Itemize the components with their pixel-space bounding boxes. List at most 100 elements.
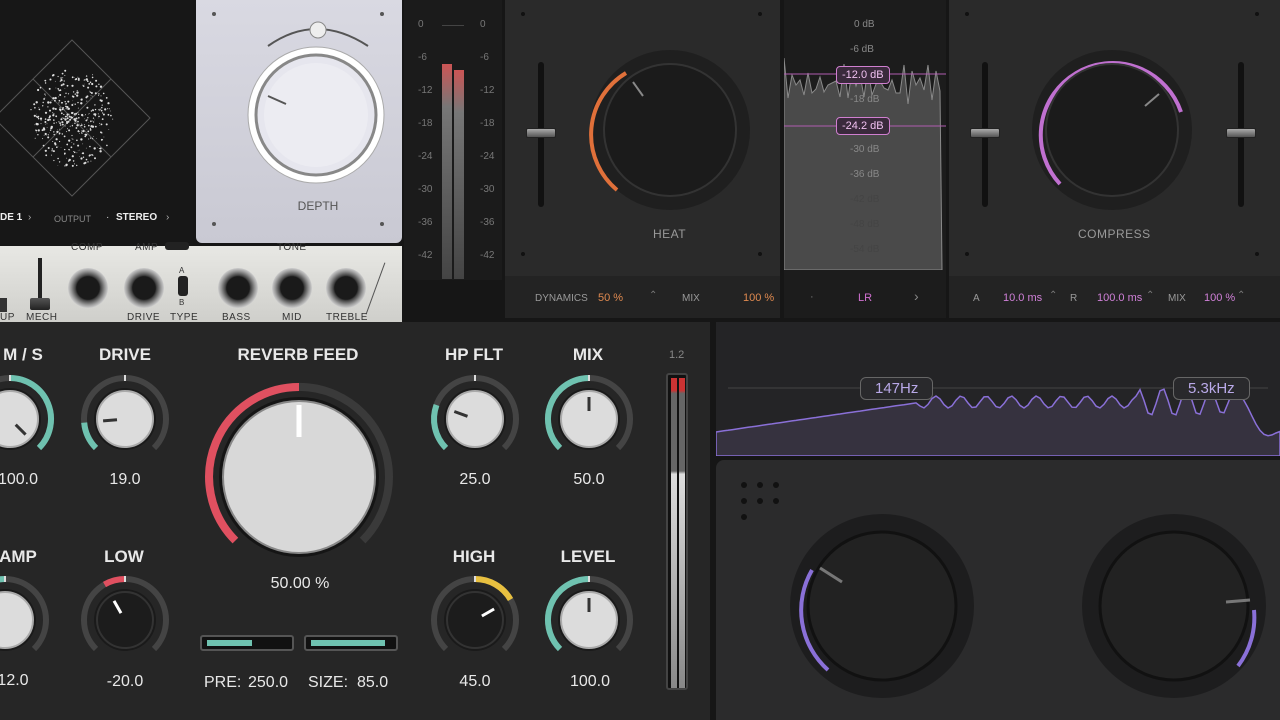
knob-value-arc [81, 422, 99, 451]
knob-label: LEVEL [560, 547, 616, 566]
heat-knob[interactable] [603, 63, 737, 197]
meter-scale-label: -42 [418, 250, 433, 261]
comp-mix-value[interactable]: 100 % [1204, 292, 1235, 304]
meter-scale-label: -18 [480, 118, 495, 129]
amp-strip: COMP AMP TONE A B UP MECH DRIVE TYPE BAS… [0, 242, 402, 323]
eq-panel: 147Hz 5.3kHz [716, 322, 1280, 456]
release-label: R [1070, 293, 1078, 304]
db-scale-label: -36 dB [850, 169, 880, 180]
db-scale-label: -54 dB [850, 244, 880, 255]
jack-mid[interactable] [272, 268, 312, 308]
attack-value[interactable]: 10.0 ms [1003, 292, 1042, 304]
output-value[interactable]: STEREO [116, 212, 157, 223]
reverb-main-panel: M / S 100.0 DRIVE 19.0 HP FLT 25.0 MIX 5… [0, 322, 710, 720]
depth-arc-handle[interactable] [309, 21, 327, 39]
db-scale-label: 0 dB [854, 19, 875, 30]
meter-top-label: 1.2 [669, 349, 685, 361]
amp-label: TONE [277, 242, 307, 253]
screw-icon [212, 222, 216, 226]
meter-scale-label: -24 [480, 151, 495, 162]
dot-icon: · [810, 291, 814, 303]
pre-label: PRE: [204, 674, 242, 691]
knob-value: 19.0 [109, 471, 141, 488]
jack-comp[interactable] [68, 268, 108, 308]
high-knob[interactable] [446, 591, 504, 649]
stepper-icon[interactable]: ⌃ [1049, 290, 1057, 301]
switch-b-label: B [179, 298, 185, 307]
scope-mode[interactable]: DE 1 [0, 212, 22, 223]
release-value[interactable]: 100.0 ms [1097, 292, 1142, 304]
pre-value: 250.0 [248, 674, 289, 691]
vectorscope-display [0, 39, 151, 197]
knob-label: LOW [104, 547, 144, 566]
threshold-high-tag[interactable]: -12.0 dB [836, 66, 890, 84]
attack-label: A [973, 293, 980, 304]
size-slider-fill [311, 640, 385, 646]
dynamics-label: DYNAMICS [535, 293, 588, 304]
meter-scale-label: -30 [480, 184, 495, 195]
amp-slider-cap[interactable] [165, 242, 189, 250]
dynamics-value[interactable]: 50 % [598, 292, 623, 304]
purple-knob-left[interactable] [806, 530, 958, 682]
meter-scale-label: -6 [418, 52, 427, 63]
meter-scale-label: -42 [480, 250, 495, 261]
depth-panel: DEPTH [196, 0, 402, 243]
meter-bar-right [454, 70, 464, 279]
eq-low-freq-tag[interactable]: 147Hz [860, 377, 934, 400]
knob-value: -20.0 [106, 673, 144, 690]
stepper-icon[interactable]: ⌃ [1146, 290, 1154, 301]
meter-scale-label: 0 [418, 19, 424, 30]
jack-drive[interactable] [124, 268, 164, 308]
chevron-right-icon[interactable]: › [28, 212, 31, 223]
knob-value: 45.0 [459, 673, 491, 690]
knob-label: HP FLT [445, 345, 503, 364]
knob-value: 12.0 [0, 672, 29, 689]
hpflt-knob[interactable] [446, 390, 504, 448]
channel-selector[interactable]: LR [858, 292, 872, 304]
output-meter [666, 373, 688, 690]
knob-label: DRIVE [99, 345, 151, 364]
meter-scale-label: -6 [480, 52, 489, 63]
up-switch[interactable] [0, 298, 7, 312]
eq-high-freq-tag[interactable]: 5.3kHz [1173, 377, 1250, 400]
meter-scale-label: -12 [480, 85, 495, 96]
mix-value[interactable]: 100 % [743, 292, 774, 304]
knob-value: 100.0 [569, 673, 611, 690]
mix-label: MIX [682, 293, 700, 304]
knob-value: 25.0 [459, 471, 491, 488]
meter-scale-label: -36 [480, 217, 495, 228]
stepper-icon[interactable]: ⌃ [1237, 290, 1245, 301]
knob-label: HIGH [452, 547, 496, 566]
chevron-right-icon[interactable]: › [166, 212, 169, 223]
db-scale-label: -6 dB [850, 44, 874, 55]
knob-label: MIX [572, 345, 604, 364]
jack-treble[interactable] [326, 268, 366, 308]
threshold-low-tag[interactable]: -24.2 dB [836, 117, 890, 135]
comp-mix-label: MIX [1168, 293, 1186, 304]
drive-knob[interactable] [96, 390, 154, 448]
db-scale-label: -18 dB [850, 94, 880, 105]
pre-slider-fill [207, 640, 252, 646]
amp-label: COMP [71, 242, 103, 253]
meter-scale-label: -30 [418, 184, 433, 195]
mech-slider-cap[interactable] [30, 298, 50, 310]
jack-bass[interactable] [218, 268, 258, 308]
reverb-feed-value: 50.00 % [270, 575, 330, 592]
size-slider[interactable] [304, 635, 398, 651]
heat-panel: HEAT DYNAMICS 50 % ⌃ MIX 100 % [505, 0, 780, 318]
chevron-right-icon[interactable]: › [914, 288, 919, 304]
meter-scale-label: -36 [418, 217, 433, 228]
meter-scale-label: 0 [480, 19, 486, 30]
compress-knob[interactable] [1045, 63, 1179, 197]
stepper-icon[interactable]: ⌃ [649, 290, 657, 301]
purple-knob-right[interactable] [1098, 530, 1250, 682]
output-label: OUTPUT [54, 214, 91, 224]
dot-icon: · [106, 212, 110, 223]
reverb-feed-label: REVERB FEED [237, 345, 359, 364]
screw-icon [380, 222, 384, 226]
type-switch[interactable] [178, 276, 188, 296]
low-knob[interactable] [96, 591, 154, 649]
pre-slider[interactable] [200, 635, 294, 651]
knob-value: 50.0 [573, 471, 605, 488]
amp-label: AMP [135, 242, 159, 253]
